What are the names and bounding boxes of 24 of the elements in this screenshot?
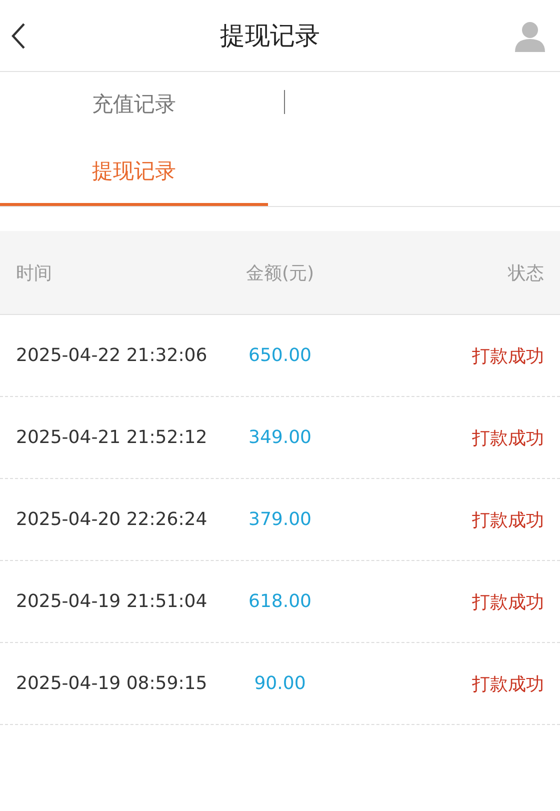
back-icon xyxy=(10,22,26,48)
page-title: 提现记录 xyxy=(220,20,320,52)
table-cell-text: 2025-04-22 21:32:06 xyxy=(16,345,208,366)
table-cell-text: 618.00 xyxy=(248,591,312,612)
table-cell-text: 打款成功 xyxy=(471,672,544,696)
user-icon xyxy=(514,20,546,52)
back-button[interactable] xyxy=(10,22,26,48)
table-cell-text: 打款成功 xyxy=(471,508,544,532)
table-cell-text: 2025-04-19 21:51:04 xyxy=(16,591,208,612)
table-cell-text: 2025-04-20 22:26:24 xyxy=(16,509,208,530)
table-cell-text: 打款成功 xyxy=(471,426,544,450)
table-cell-text: 349.00 xyxy=(248,427,312,448)
column-header: 状态 xyxy=(506,262,544,284)
tab[interactable]: 充值记录 xyxy=(0,72,268,138)
column-header: 时间 xyxy=(16,262,53,284)
table-cell-text: 379.00 xyxy=(248,509,312,530)
table-cell-text: 2025-04-19 08:59:15 xyxy=(16,673,208,694)
table-cell-text: 打款成功 xyxy=(471,590,544,614)
table-cell-text: 650.00 xyxy=(248,345,312,366)
table-cell-text: 打款成功 xyxy=(471,344,544,368)
column-header: 金额(元) xyxy=(244,262,316,284)
table-cell-text: 2025-04-21 21:52:12 xyxy=(16,427,208,448)
tab[interactable]: 提现记录 xyxy=(0,138,268,206)
table-cell-text: 90.00 xyxy=(253,673,307,694)
